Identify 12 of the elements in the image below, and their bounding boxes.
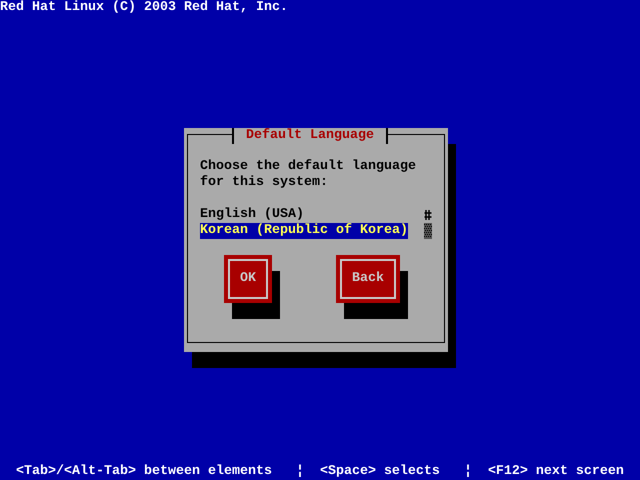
key-hint: <F12> next screen (488, 464, 624, 480)
key-hint: <Tab>/<Alt-Tab> between elements (16, 464, 272, 480)
separator-glyph: ¦ (296, 464, 304, 480)
screen-title: Red Hat Linux (C) 2003 Red Hat, Inc. (0, 0, 288, 16)
ok-button[interactable]: OK (224, 255, 272, 303)
separator-glyph: ¦ (464, 464, 472, 480)
language-item[interactable]: Korean (Republic of Korea) (200, 223, 408, 239)
prompt-text: Choose the default language for this system: (200, 159, 417, 191)
scrollbar[interactable] (424, 207, 432, 239)
back-button[interactable]: Back (336, 255, 400, 303)
key-hint: <Space> selects (320, 464, 440, 480)
dialog-title: Default Language (232, 128, 388, 144)
